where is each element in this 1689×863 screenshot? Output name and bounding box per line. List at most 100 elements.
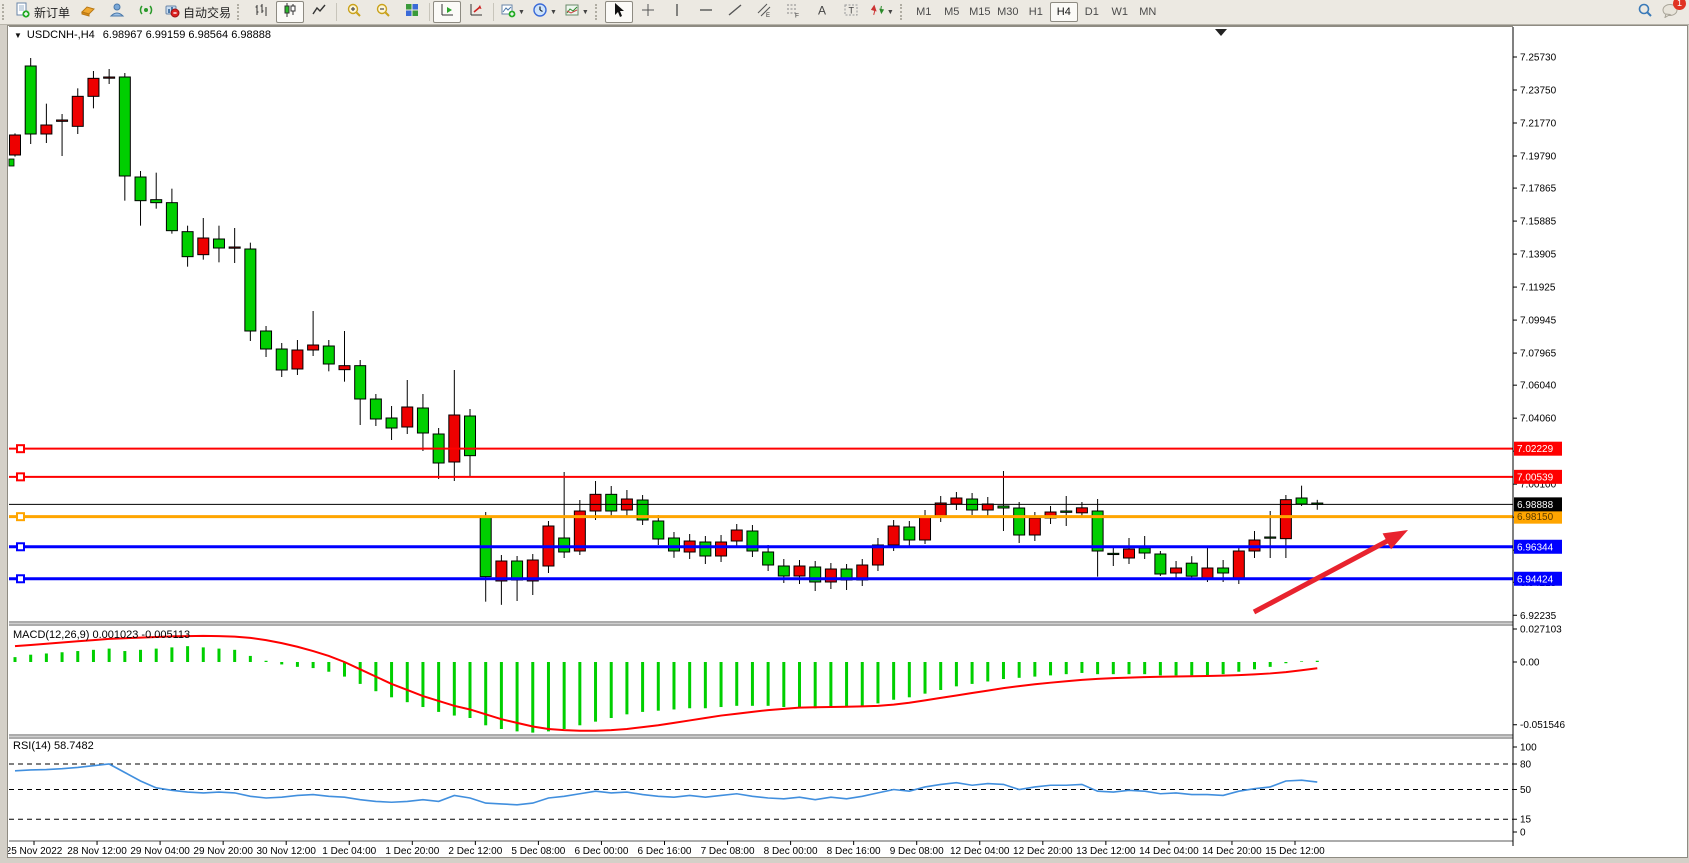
template-icon	[564, 2, 580, 23]
svg-text:12 Dec 20:00: 12 Dec 20:00	[1013, 846, 1073, 857]
svg-text:6.92235: 6.92235	[1520, 611, 1557, 622]
chart-ohlc-values: 6.98967 6.99159 6.98564 6.98888	[103, 29, 271, 41]
new-order-icon	[15, 2, 31, 23]
candlestick-chart-button[interactable]	[276, 1, 304, 23]
periods-button[interactable]: ▼	[529, 1, 560, 23]
toolbar: 新订单 自动交易	[0, 0, 1689, 25]
zoom-in-icon	[346, 2, 362, 23]
toolbar-drag-handle[interactable]	[595, 4, 602, 20]
timeframe-h4-button[interactable]: H4	[1050, 2, 1078, 22]
svg-text:6.94424: 6.94424	[1517, 574, 1554, 585]
svg-text:7.19790: 7.19790	[1520, 152, 1557, 163]
auto-scroll-button[interactable]	[462, 1, 490, 23]
chart-shift-button[interactable]	[433, 1, 461, 23]
svg-text:7.13905: 7.13905	[1520, 250, 1557, 261]
horizontal-line-button[interactable]	[692, 1, 720, 23]
vertical-line-button[interactable]	[663, 1, 691, 23]
text-button[interactable]: A	[808, 1, 836, 23]
search-icon[interactable]	[1637, 2, 1653, 23]
timeframe-h1-button[interactable]: H1	[1022, 2, 1050, 22]
signals-button[interactable]	[132, 1, 160, 23]
svg-text:7 Dec 08:00: 7 Dec 08:00	[701, 846, 755, 857]
new-order-button[interactable]: 新订单	[12, 1, 73, 23]
mt4-window: 新订单 自动交易	[0, 0, 1689, 863]
chart-shift-icon	[439, 2, 455, 23]
channel-button[interactable]: E	[750, 1, 778, 23]
collapse-arrow-icon[interactable]: ▼	[14, 31, 22, 40]
timeframe-m1-button[interactable]: M1	[910, 2, 938, 22]
svg-text:7.11925: 7.11925	[1520, 283, 1556, 294]
trendline-button[interactable]	[721, 1, 749, 23]
timeframe-d1-button[interactable]: D1	[1078, 2, 1106, 22]
toolbar-drag-handle[interactable]	[237, 4, 244, 20]
chart-window: ▼ USDCNH-,H4 6.98967 6.99159 6.98564 6.9…	[7, 25, 1688, 858]
auto-scroll-icon	[468, 2, 484, 23]
new-order-label: 新订单	[34, 4, 70, 21]
bar-chart-button[interactable]	[247, 1, 275, 23]
toolbar-drag-handle[interactable]	[2, 4, 9, 20]
candlestick-chart-icon	[282, 2, 298, 23]
text-label-button[interactable]: T	[837, 1, 865, 23]
chevron-down-icon: ▼	[582, 9, 589, 16]
svg-text:1 Dec 04:00: 1 Dec 04:00	[322, 846, 376, 857]
clock-icon	[532, 2, 548, 23]
timeframe-w1-button[interactable]: W1	[1106, 2, 1134, 22]
svg-text:7.15885: 7.15885	[1520, 217, 1557, 228]
svg-text:F: F	[795, 12, 799, 18]
auto-trading-label: 自动交易	[183, 4, 231, 21]
svg-text:7.02229: 7.02229	[1517, 444, 1554, 455]
new-chart-button[interactable]: ▼	[497, 1, 528, 23]
svg-text:E: E	[766, 13, 770, 18]
fibonacci-icon: F	[785, 2, 801, 23]
chevron-down-icon: ▼	[887, 9, 894, 16]
fibonacci-button[interactable]: F	[779, 1, 807, 23]
svg-text:6.98888: 6.98888	[1517, 500, 1554, 511]
svg-text:29 Nov 20:00: 29 Nov 20:00	[193, 846, 253, 857]
cursor-icon	[611, 2, 627, 23]
chart-canvas[interactable]: 7.257307.237507.217707.197907.178657.158…	[8, 26, 1687, 857]
market-icon	[80, 2, 96, 23]
svg-text:0.027103: 0.027103	[1520, 624, 1562, 635]
person-icon	[109, 2, 125, 23]
timeframe-mn-button[interactable]: MN	[1134, 2, 1162, 22]
text-label-icon: T	[843, 2, 859, 23]
svg-text:15 Dec 12:00: 15 Dec 12:00	[1265, 846, 1325, 857]
auto-trading-icon	[164, 2, 180, 23]
new-chart-icon	[500, 2, 516, 23]
svg-text:6 Dec 00:00: 6 Dec 00:00	[574, 846, 628, 857]
crosshair-icon	[640, 2, 656, 23]
arrows-button[interactable]: ▼	[866, 1, 897, 23]
templates-button[interactable]: ▼	[561, 1, 592, 23]
svg-text:13 Dec 12:00: 13 Dec 12:00	[1076, 846, 1136, 857]
market-button[interactable]	[74, 1, 102, 23]
crosshair-button[interactable]	[634, 1, 662, 23]
svg-text:50: 50	[1520, 785, 1532, 796]
svg-text:-0.051546: -0.051546	[1520, 720, 1565, 731]
bar-chart-icon	[253, 2, 269, 23]
tile-windows-icon	[404, 2, 420, 23]
svg-text:80: 80	[1520, 760, 1532, 771]
line-chart-icon	[311, 2, 327, 23]
zoom-in-button[interactable]	[340, 1, 368, 23]
tile-windows-button[interactable]	[398, 1, 426, 23]
svg-text:7.23750: 7.23750	[1520, 86, 1557, 97]
auto-trading-button[interactable]: 自动交易	[161, 1, 234, 23]
timeframe-m15-button[interactable]: M15	[966, 2, 994, 22]
svg-text:8 Dec 00:00: 8 Dec 00:00	[764, 846, 818, 857]
svg-text:6 Dec 16:00: 6 Dec 16:00	[638, 846, 692, 857]
svg-text:14 Dec 04:00: 14 Dec 04:00	[1139, 846, 1199, 857]
zoom-out-button[interactable]	[369, 1, 397, 23]
chat-button[interactable]: 1	[1661, 2, 1679, 23]
cursor-button[interactable]	[605, 1, 633, 23]
timeframe-m30-button[interactable]: M30	[994, 2, 1022, 22]
rsi-indicator-label: RSI(14) 58.7482	[13, 740, 94, 752]
toolbar-drag-handle[interactable]	[900, 4, 907, 20]
svg-text:7.25730: 7.25730	[1520, 53, 1557, 64]
svg-text:9 Dec 08:00: 9 Dec 08:00	[890, 846, 944, 857]
timeframe-m5-button[interactable]: M5	[938, 2, 966, 22]
line-chart-button[interactable]	[305, 1, 333, 23]
text-icon: A	[814, 2, 830, 23]
signal-icon	[138, 2, 154, 23]
vertical-line-icon	[669, 2, 685, 23]
community-button[interactable]	[103, 1, 131, 23]
